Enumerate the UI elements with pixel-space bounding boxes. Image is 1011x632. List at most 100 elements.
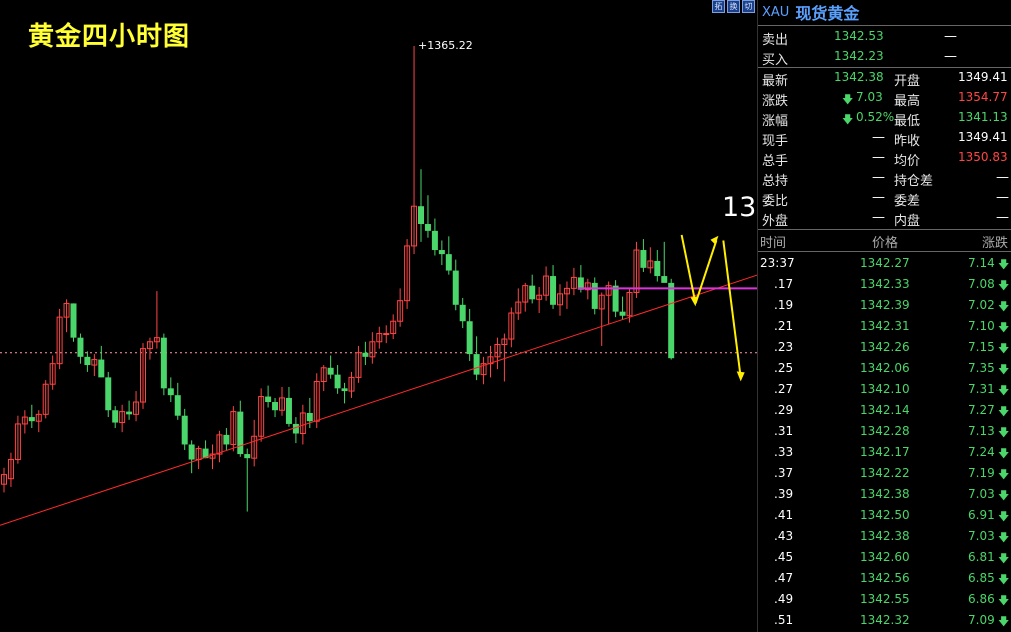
candle-body bbox=[237, 411, 244, 455]
tick-row[interactable]: .31 1342.28 7.13 🡇 bbox=[758, 421, 1011, 442]
down-arrow-icon: 🡇 bbox=[998, 384, 1010, 397]
tick-price: 1342.50 bbox=[860, 508, 910, 522]
stat-value: 1354.77 bbox=[958, 90, 1008, 104]
arrow-head-icon bbox=[690, 296, 698, 307]
stat-value: 0.52% bbox=[856, 110, 895, 124]
candle-body bbox=[661, 276, 668, 283]
tick-row[interactable]: .29 1342.14 7.27 🡇 bbox=[758, 400, 1011, 421]
candle-body bbox=[424, 224, 431, 231]
arrow-head-icon bbox=[710, 235, 719, 245]
tick-price: 1342.26 bbox=[860, 340, 910, 354]
candle-body bbox=[550, 276, 557, 305]
ask-volume: — bbox=[944, 29, 957, 44]
tick-row[interactable]: .45 1342.60 6.81 🡇 bbox=[758, 547, 1011, 568]
stat-value: 1349.41 bbox=[958, 70, 1008, 84]
switch-icon[interactable]: 换 bbox=[727, 0, 740, 13]
tick-row[interactable]: .37 1342.22 7.19 🡇 bbox=[758, 463, 1011, 484]
down-arrow-icon: 🡇 bbox=[998, 321, 1010, 334]
chart-title: 黄金四小时图 bbox=[28, 22, 191, 52]
stat-value: — bbox=[872, 210, 885, 225]
candle-body bbox=[445, 254, 452, 271]
tick-row[interactable]: .19 1342.39 7.02 🡇 bbox=[758, 295, 1011, 316]
tick-time: .43 bbox=[774, 529, 794, 543]
stat-label: 最新 bbox=[762, 74, 789, 89]
candle-body bbox=[98, 359, 105, 378]
tick-time: .17 bbox=[774, 277, 794, 291]
down-arrow-icon: 🡇 bbox=[998, 594, 1010, 607]
stat-label: 外盘 bbox=[762, 214, 789, 229]
tick-row[interactable]: .33 1342.17 7.24 🡇 bbox=[758, 442, 1011, 463]
tick-time: .33 bbox=[774, 445, 794, 459]
stat-label: 委比 bbox=[762, 194, 789, 209]
candle-body bbox=[223, 434, 230, 445]
ticks-header-price: 价格 bbox=[872, 236, 899, 251]
tick-row[interactable]: .39 1342.38 7.03 🡇 bbox=[758, 484, 1011, 505]
tick-row[interactable]: .51 1342.32 7.09 🡇 bbox=[758, 610, 1011, 631]
stat-label: 委差 bbox=[894, 194, 921, 209]
candle-body bbox=[654, 260, 661, 277]
tick-row[interactable]: .25 1342.06 7.35 🡇 bbox=[758, 358, 1011, 379]
down-arrow-icon: 🡇 bbox=[998, 405, 1010, 418]
down-arrow-icon: 🡇 bbox=[998, 279, 1010, 292]
ask-value: 1342.53 bbox=[834, 29, 884, 43]
tick-row[interactable]: .23 1342.26 7.15 🡇 bbox=[758, 337, 1011, 358]
tick-time: .31 bbox=[774, 424, 794, 438]
tick-price: 1342.10 bbox=[860, 382, 910, 396]
tick-row[interactable]: .49 1342.55 6.86 🡇 bbox=[758, 589, 1011, 610]
tick-row[interactable]: .43 1342.38 7.03 🡇 bbox=[758, 526, 1011, 547]
tick-time: .25 bbox=[774, 361, 794, 375]
chart-area[interactable]: 黄金四小时图 +1365.22 1347 bbox=[0, 0, 791, 632]
candle-body bbox=[334, 374, 341, 389]
tick-row[interactable]: .27 1342.10 7.31 🡇 bbox=[758, 379, 1011, 400]
candle-body bbox=[272, 402, 279, 411]
stat-value: 1341.13 bbox=[958, 110, 1008, 124]
stat-value: 1342.38 bbox=[834, 70, 884, 84]
tick-row[interactable]: 23:37 1342.27 7.14 🡇 bbox=[758, 253, 1011, 274]
tick-change: 7.27 bbox=[968, 403, 995, 417]
candle-body bbox=[292, 423, 299, 434]
tick-time: 23:37 bbox=[760, 256, 795, 270]
stat-value: — bbox=[996, 210, 1009, 225]
stat-label: 均价 bbox=[894, 154, 921, 169]
tick-row[interactable]: .17 1342.33 7.08 🡇 bbox=[758, 274, 1011, 295]
tick-time: .45 bbox=[774, 550, 794, 564]
toggle-icon[interactable]: 切 bbox=[742, 0, 755, 13]
stat-value: — bbox=[872, 130, 885, 145]
tick-change: 7.15 bbox=[968, 340, 995, 354]
tick-change: 7.03 bbox=[968, 529, 995, 543]
tick-price: 1342.28 bbox=[860, 424, 910, 438]
tick-price: 1342.55 bbox=[860, 592, 910, 606]
candle-body bbox=[529, 285, 536, 300]
tick-row[interactable]: .41 1342.50 6.91 🡇 bbox=[758, 505, 1011, 526]
stat-label: 最低 bbox=[894, 114, 921, 129]
candle-body bbox=[181, 415, 188, 445]
stat-value: — bbox=[996, 190, 1009, 205]
tick-row[interactable]: .47 1342.56 6.85 🡇 bbox=[758, 568, 1011, 589]
stat-value: — bbox=[872, 190, 885, 205]
tick-time: .37 bbox=[774, 466, 794, 480]
stat-row: 总持 — 持仓差 — bbox=[758, 168, 1011, 189]
candlestick-chart[interactable] bbox=[0, 0, 757, 632]
tick-row[interactable]: .21 1342.31 7.10 🡇 bbox=[758, 316, 1011, 337]
bid-value: 1342.23 bbox=[834, 49, 884, 63]
tick-change: 6.81 bbox=[968, 550, 995, 564]
arrow-head-icon bbox=[736, 371, 745, 382]
bid-volume: — bbox=[944, 49, 957, 64]
quote-panel: XAU 现货黄金 卖出 1342.53 — 买入 1342.23 — 最新 134… bbox=[757, 0, 1011, 632]
stat-label: 涨幅 bbox=[762, 114, 789, 129]
candle-body bbox=[28, 417, 35, 422]
projection-arrow bbox=[722, 240, 742, 378]
expand-icon[interactable]: 拓 bbox=[712, 0, 725, 13]
stat-value: 1349.41 bbox=[958, 130, 1008, 144]
stat-label: 现手 bbox=[762, 134, 789, 149]
tick-change: 7.35 bbox=[968, 361, 995, 375]
ask-label: 卖出 bbox=[762, 33, 789, 48]
divider bbox=[758, 251, 1011, 252]
candle-body bbox=[265, 396, 272, 403]
candle-body bbox=[174, 395, 181, 416]
ticks-header: 时间 价格 涨跌 bbox=[758, 230, 1011, 251]
stat-label: 开盘 bbox=[894, 74, 921, 89]
candle-body bbox=[84, 356, 91, 366]
stat-value: 7.03 bbox=[856, 90, 883, 104]
tick-price: 1342.38 bbox=[860, 529, 910, 543]
